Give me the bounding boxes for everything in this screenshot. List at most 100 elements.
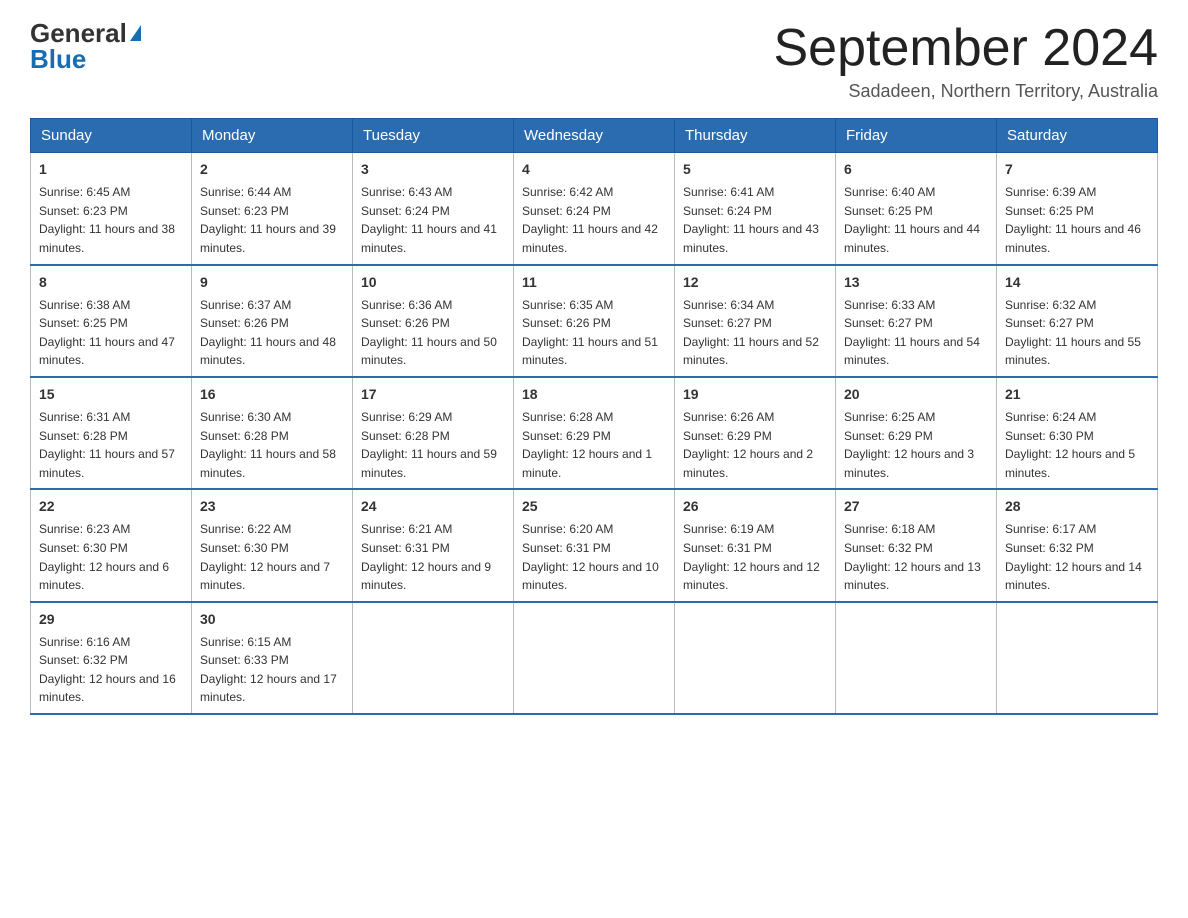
logo-general: General (30, 20, 127, 46)
calendar-cell: 25Sunrise: 6:20 AMSunset: 6:31 PMDayligh… (514, 489, 675, 601)
day-info: Sunrise: 6:26 AMSunset: 6:29 PMDaylight:… (683, 408, 827, 482)
day-number: 21 (1005, 384, 1149, 405)
day-info: Sunrise: 6:32 AMSunset: 6:27 PMDaylight:… (1005, 296, 1149, 370)
day-header-thursday: Thursday (675, 119, 836, 153)
calendar-cell: 18 Sunrise: 6:28 AMSunset: 6:29 PMDayligh… (514, 377, 675, 489)
day-number: 7 (1005, 159, 1149, 180)
calendar-cell: 7 Sunrise: 6:39 AMSunset: 6:25 PMDaylight… (997, 153, 1158, 265)
day-header-wednesday: Wednesday (514, 119, 675, 153)
day-info: Sunrise: 6:36 AMSunset: 6:26 PMDaylight:… (361, 296, 505, 370)
day-info: Sunrise: 6:17 AMSunset: 6:32 PMDaylight:… (1005, 520, 1149, 594)
calendar-cell (514, 602, 675, 714)
calendar-cell (836, 602, 997, 714)
day-info: Sunrise: 6:16 AMSunset: 6:32 PMDaylight:… (39, 633, 183, 707)
calendar-cell: 11 Sunrise: 6:35 AMSunset: 6:26 PMDayligh… (514, 265, 675, 377)
day-info: Sunrise: 6:37 AMSunset: 6:26 PMDaylight:… (200, 296, 344, 370)
calendar-cell: 8Sunrise: 6:38 AMSunset: 6:25 PMDaylight… (31, 265, 192, 377)
calendar-cell: 4Sunrise: 6:42 AMSunset: 6:24 PMDaylight… (514, 153, 675, 265)
calendar-cell: 6 Sunrise: 6:40 AMSunset: 6:25 PMDaylight… (836, 153, 997, 265)
month-title: September 2024 (774, 20, 1159, 77)
day-info: Sunrise: 6:19 AMSunset: 6:31 PMDaylight:… (683, 520, 827, 594)
day-number: 9 (200, 272, 344, 293)
day-info: Sunrise: 6:23 AMSunset: 6:30 PMDaylight:… (39, 520, 183, 594)
day-info: Sunrise: 6:39 AMSunset: 6:25 PMDaylight:… (1005, 183, 1149, 257)
day-info: Sunrise: 6:42 AMSunset: 6:24 PMDaylight:… (522, 183, 666, 257)
calendar-cell: 2Sunrise: 6:44 AMSunset: 6:23 PMDaylight… (192, 153, 353, 265)
calendar-table: SundayMondayTuesdayWednesdayThursdayFrid… (30, 118, 1158, 715)
day-info: Sunrise: 6:28 AMSunset: 6:29 PMDaylight:… (522, 408, 666, 482)
day-header-monday: Monday (192, 119, 353, 153)
page-header: General Blue September 2024 Sadadeen, No… (30, 20, 1158, 102)
day-number: 8 (39, 272, 183, 293)
day-info: Sunrise: 6:40 AMSunset: 6:25 PMDaylight:… (844, 183, 988, 257)
day-header-friday: Friday (836, 119, 997, 153)
day-info: Sunrise: 6:15 AMSunset: 6:33 PMDaylight:… (200, 633, 344, 707)
calendar-cell (675, 602, 836, 714)
calendar-cell: 14 Sunrise: 6:32 AMSunset: 6:27 PMDayligh… (997, 265, 1158, 377)
day-header-saturday: Saturday (997, 119, 1158, 153)
calendar-cell: 29 Sunrise: 6:16 AMSunset: 6:32 PMDayligh… (31, 602, 192, 714)
day-number: 18 (522, 384, 666, 405)
day-header-tuesday: Tuesday (353, 119, 514, 153)
calendar-week-1: 1Sunrise: 6:45 AMSunset: 6:23 PMDaylight… (31, 153, 1158, 265)
calendar-header-row: SundayMondayTuesdayWednesdayThursdayFrid… (31, 119, 1158, 153)
calendar-cell: 15 Sunrise: 6:31 AMSunset: 6:28 PMDayligh… (31, 377, 192, 489)
day-number: 3 (361, 159, 505, 180)
calendar-week-2: 8Sunrise: 6:38 AMSunset: 6:25 PMDaylight… (31, 265, 1158, 377)
logo-blue: Blue (30, 46, 141, 72)
calendar-cell: 30 Sunrise: 6:15 AMSunset: 6:33 PMDayligh… (192, 602, 353, 714)
day-info: Sunrise: 6:25 AMSunset: 6:29 PMDaylight:… (844, 408, 988, 482)
day-number: 12 (683, 272, 827, 293)
day-number: 27 (844, 496, 988, 517)
day-number: 14 (1005, 272, 1149, 293)
calendar-cell: 16 Sunrise: 6:30 AMSunset: 6:28 PMDayligh… (192, 377, 353, 489)
day-info: Sunrise: 6:21 AMSunset: 6:31 PMDaylight:… (361, 520, 505, 594)
day-number: 15 (39, 384, 183, 405)
day-info: Sunrise: 6:30 AMSunset: 6:28 PMDaylight:… (200, 408, 344, 482)
title-area: September 2024 Sadadeen, Northern Territ… (774, 20, 1159, 102)
day-number: 16 (200, 384, 344, 405)
logo-triangle-icon (130, 25, 141, 41)
calendar-week-4: 22Sunrise: 6:23 AMSunset: 6:30 PMDayligh… (31, 489, 1158, 601)
day-number: 30 (200, 609, 344, 630)
day-number: 17 (361, 384, 505, 405)
calendar-cell: 10Sunrise: 6:36 AMSunset: 6:26 PMDayligh… (353, 265, 514, 377)
calendar-cell: 12 Sunrise: 6:34 AMSunset: 6:27 PMDayligh… (675, 265, 836, 377)
calendar-week-5: 29 Sunrise: 6:16 AMSunset: 6:32 PMDayligh… (31, 602, 1158, 714)
day-number: 5 (683, 159, 827, 180)
day-info: Sunrise: 6:35 AMSunset: 6:26 PMDaylight:… (522, 296, 666, 370)
day-info: Sunrise: 6:24 AMSunset: 6:30 PMDaylight:… (1005, 408, 1149, 482)
day-number: 29 (39, 609, 183, 630)
calendar-cell: 23 Sunrise: 6:22 AMSunset: 6:30 PMDayligh… (192, 489, 353, 601)
day-info: Sunrise: 6:34 AMSunset: 6:27 PMDaylight:… (683, 296, 827, 370)
day-number: 11 (522, 272, 666, 293)
calendar-cell: 5 Sunrise: 6:41 AMSunset: 6:24 PMDaylight… (675, 153, 836, 265)
calendar-cell: 26Sunrise: 6:19 AMSunset: 6:31 PMDayligh… (675, 489, 836, 601)
day-number: 1 (39, 159, 183, 180)
day-number: 24 (361, 496, 505, 517)
location-subtitle: Sadadeen, Northern Territory, Australia (774, 81, 1159, 102)
day-info: Sunrise: 6:33 AMSunset: 6:27 PMDaylight:… (844, 296, 988, 370)
calendar-cell: 21 Sunrise: 6:24 AMSunset: 6:30 PMDayligh… (997, 377, 1158, 489)
calendar-cell: 17 Sunrise: 6:29 AMSunset: 6:28 PMDayligh… (353, 377, 514, 489)
calendar-cell: 28 Sunrise: 6:17 AMSunset: 6:32 PMDayligh… (997, 489, 1158, 601)
day-number: 28 (1005, 496, 1149, 517)
calendar-cell: 24 Sunrise: 6:21 AMSunset: 6:31 PMDayligh… (353, 489, 514, 601)
day-info: Sunrise: 6:29 AMSunset: 6:28 PMDaylight:… (361, 408, 505, 482)
calendar-cell (353, 602, 514, 714)
calendar-cell: 19 Sunrise: 6:26 AMSunset: 6:29 PMDayligh… (675, 377, 836, 489)
day-number: 23 (200, 496, 344, 517)
day-info: Sunrise: 6:22 AMSunset: 6:30 PMDaylight:… (200, 520, 344, 594)
calendar-cell (997, 602, 1158, 714)
calendar-cell: 27Sunrise: 6:18 AMSunset: 6:32 PMDayligh… (836, 489, 997, 601)
calendar-cell: 1Sunrise: 6:45 AMSunset: 6:23 PMDaylight… (31, 153, 192, 265)
day-info: Sunrise: 6:31 AMSunset: 6:28 PMDaylight:… (39, 408, 183, 482)
day-info: Sunrise: 6:20 AMSunset: 6:31 PMDaylight:… (522, 520, 666, 594)
day-number: 19 (683, 384, 827, 405)
day-number: 6 (844, 159, 988, 180)
day-number: 20 (844, 384, 988, 405)
day-number: 2 (200, 159, 344, 180)
calendar-cell: 3Sunrise: 6:43 AMSunset: 6:24 PMDaylight… (353, 153, 514, 265)
day-info: Sunrise: 6:41 AMSunset: 6:24 PMDaylight:… (683, 183, 827, 257)
logo: General Blue (30, 20, 141, 72)
